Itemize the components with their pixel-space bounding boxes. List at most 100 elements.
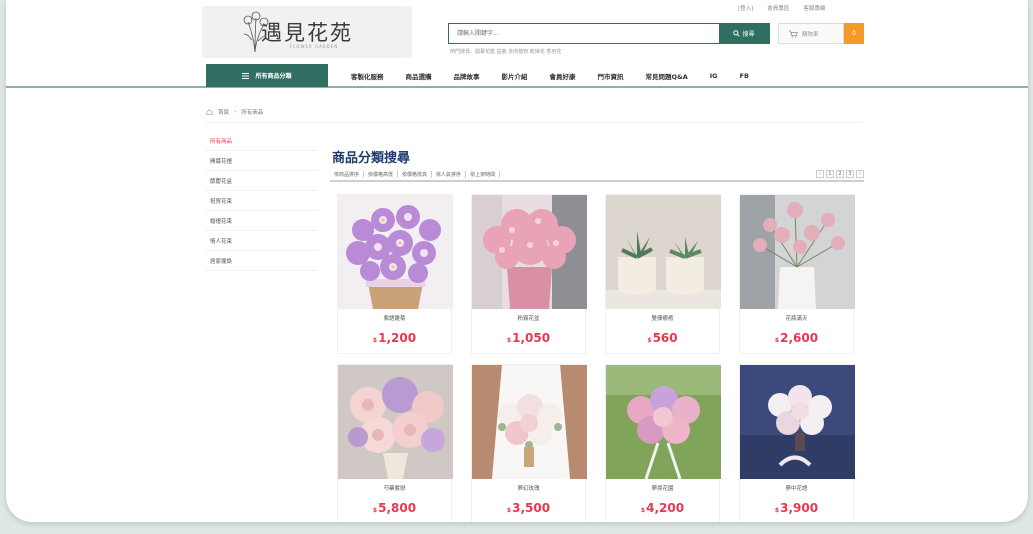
product-price: $4,200 [606, 501, 719, 515]
currency-symbol: $ [506, 507, 512, 514]
product-name[interactable]: 粉霧花盆 [472, 314, 585, 322]
product-image[interactable] [740, 195, 855, 309]
currency-symbol: $ [774, 507, 780, 514]
sidebar-item-valentine[interactable]: 情人花束 [206, 231, 318, 251]
product-card[interactable]: 雙棲療癒 $560 [605, 194, 721, 354]
price-value: 4,200 [646, 501, 685, 515]
all-categories-label: 所有商品分類 [255, 73, 292, 80]
product-name[interactable]: 紫語雛菊 [338, 314, 451, 322]
currency-symbol: $ [506, 337, 512, 344]
product-card[interactable]: 粉霧花盆 $1,050 [471, 194, 587, 354]
service-link[interactable]: 客服專線 [803, 4, 825, 12]
product-image[interactable] [338, 365, 453, 479]
product-card[interactable]: 花瓶滿天 $2,600 [739, 194, 855, 354]
nav-item-video[interactable]: 影片介紹 [491, 71, 539, 81]
product-card[interactable]: 芍藥紫戀 $5,800 [337, 364, 453, 522]
cart-button[interactable]: 購物車 0 [778, 23, 864, 44]
sidebar-item-opening[interactable]: 開幕花禮 [206, 151, 318, 171]
breadcrumb-home[interactable]: 首頁 [218, 108, 229, 116]
sidebar-item-wedding[interactable]: 婚禮花束 [206, 211, 318, 231]
sort-price-high[interactable]: 依價格高低 [364, 170, 399, 178]
cart-label-box: 購物車 [778, 23, 844, 44]
page-1[interactable]: 1 [826, 170, 834, 178]
nav-item-member[interactable]: 會員好康 [539, 71, 587, 81]
search-input[interactable] [449, 24, 719, 43]
page-2[interactable]: 2 [836, 170, 844, 178]
product-name[interactable]: 夢幻玫瑰 [472, 484, 585, 492]
product-image[interactable] [740, 365, 855, 479]
product-name[interactable]: 花瓶滿天 [740, 314, 853, 322]
product-image[interactable] [606, 365, 721, 479]
product-price: $560 [606, 331, 719, 345]
currency-symbol: $ [372, 507, 378, 514]
section-title: 商品分類搜尋 [332, 151, 411, 166]
price-value: 1,200 [378, 331, 417, 345]
currency-symbol: $ [647, 337, 652, 344]
nav-item-faq[interactable]: 常見問題Q&A [635, 71, 699, 81]
member-link[interactable]: 會員專區 [767, 4, 789, 12]
browser-page: 遇見花苑 FLOWER GARDEN [登入] 會員專區 客服專線 搜尋 熱門搜… [6, 0, 1028, 522]
nav-item-stores[interactable]: 門市資訊 [587, 71, 635, 81]
sidebar-item-home[interactable]: 居家擺設 [206, 251, 318, 271]
product-price: $2,600 [740, 331, 853, 345]
product-card[interactable]: 夢中花語 $3,900 [739, 364, 855, 522]
site-logo[interactable]: 遇見花苑 FLOWER GARDEN [202, 6, 412, 58]
product-price: $5,800 [338, 501, 451, 515]
category-sidebar: 所有商品 開幕花禮 節慶花盒 祝賀花束 婚禮花束 情人花束 居家擺設 [206, 131, 318, 271]
price-value: 1,050 [512, 331, 551, 345]
page-prev[interactable]: ‹ [816, 170, 824, 178]
product-name[interactable]: 夢中花語 [740, 484, 853, 492]
product-image[interactable] [338, 195, 453, 309]
search-icon [733, 30, 741, 37]
nav-item-brand[interactable]: 品牌故事 [443, 71, 491, 81]
cart-icon [789, 30, 798, 38]
breadcrumb-separator: › [234, 109, 237, 115]
sort-popularity[interactable]: 依人氣排序 [432, 170, 467, 178]
menu-icon [242, 72, 250, 79]
price-value: 3,900 [780, 501, 819, 515]
price-value: 560 [652, 331, 678, 345]
cart-count-badge: 0 [844, 23, 864, 44]
sidebar-item-congrats[interactable]: 祝賀花束 [206, 191, 318, 211]
login-link[interactable]: [登入] [738, 4, 753, 12]
product-name[interactable]: 芍藥紫戀 [338, 484, 451, 492]
currency-symbol: $ [774, 337, 780, 344]
price-value: 5,800 [378, 501, 417, 515]
sort-default[interactable]: 依商品排序 [330, 170, 365, 178]
all-categories-button[interactable]: 所有商品分類 [206, 64, 328, 87]
page-next[interactable]: › [856, 170, 864, 178]
logo-subtitle: FLOWER GARDEN [290, 44, 339, 49]
product-card[interactable]: 紫語雛菊 $1,200 [337, 194, 453, 354]
product-name[interactable]: 夢境花園 [606, 484, 719, 492]
product-name[interactable]: 雙棲療癒 [606, 314, 719, 322]
nav-item-ig[interactable]: IG [699, 72, 729, 80]
product-image[interactable] [472, 365, 587, 479]
main-nav: 客製化服務 商品選購 品牌故事 影片介紹 會員好康 門市資訊 常見問題Q&A I… [340, 64, 760, 87]
nav-item-fb[interactable]: FB [729, 72, 760, 80]
home-icon [206, 109, 213, 115]
product-grid: 紫語雛菊 $1,200 粉霧花盆 $1,050 雙棲療癒 $560 花瓶滿天 $… [337, 194, 855, 522]
logo-text: 遇見花苑 [261, 21, 353, 45]
product-price: $1,050 [472, 331, 585, 345]
product-card[interactable]: 夢境花園 $4,200 [605, 364, 721, 522]
nav-item-shop[interactable]: 商品選購 [395, 71, 443, 81]
product-price: $3,900 [740, 501, 853, 515]
search-button[interactable]: 搜尋 [719, 24, 769, 43]
product-image[interactable] [472, 195, 587, 309]
price-value: 3,500 [512, 501, 551, 515]
sidebar-item-all[interactable]: 所有商品 [206, 131, 318, 151]
sidebar-item-festival[interactable]: 節慶花盒 [206, 171, 318, 191]
page-3[interactable]: 3 [846, 170, 854, 178]
sort-price-low[interactable]: 依價格低高 [398, 170, 433, 178]
breadcrumb: 首頁 › 所有商品 [206, 108, 263, 116]
sort-newest[interactable]: 依上架時間 [466, 170, 501, 178]
search-bar: 搜尋 [448, 23, 770, 44]
cart-label: 購物車 [802, 31, 819, 38]
product-image[interactable] [606, 195, 721, 309]
hot-keywords[interactable]: 熱門搜尋：開幕花籃 盆栽 多肉植物 乾燥花 香皂花 [450, 48, 561, 55]
nav-item-custom[interactable]: 客製化服務 [340, 71, 395, 81]
product-price: $1,200 [338, 331, 451, 345]
product-card[interactable]: 夢幻玫瑰 $3,500 [471, 364, 587, 522]
breadcrumb-current: 所有商品 [241, 110, 264, 116]
product-price: $3,500 [472, 501, 585, 515]
